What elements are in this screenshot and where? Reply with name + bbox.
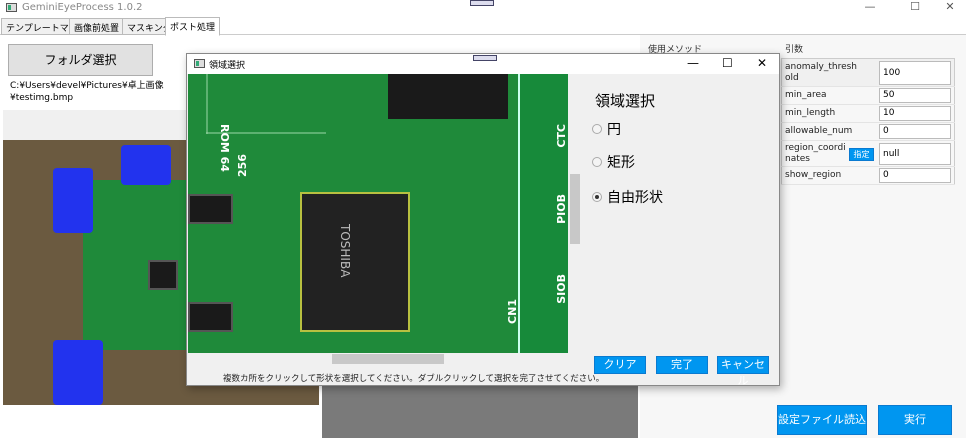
cancel-button[interactable]: キャンセル [717,356,769,387]
arg-value-input[interactable]: 0 [879,168,951,183]
dialog-minimize-button[interactable]: — [687,56,699,70]
drag-handle[interactable] [473,55,497,61]
tab-preprocess[interactable]: 画像前処置 [69,18,125,35]
board-label: PIOB [555,194,568,224]
radio-label-rectangle[interactable]: 矩形 [607,152,635,172]
radio-label-circle[interactable]: 円 [607,119,621,139]
vertical-scrollbar[interactable] [569,74,581,353]
board-label: TOSHIBA [338,224,352,278]
arg-value-input[interactable]: 10 [879,106,951,121]
board-image-canvas[interactable]: ROM 64 256 TOSHIBA CTC PIOB SIOB CN1 [188,74,568,353]
table-row: allowable_num 0 [781,122,955,141]
radio-label-freeform[interactable]: 自由形状 [607,187,663,207]
run-button[interactable]: 実行 [878,405,952,435]
arg-value-input[interactable]: 0 [879,124,951,139]
drag-handle[interactable] [470,0,494,6]
board-label: CTC [555,124,568,148]
load-settings-button[interactable]: 設定ファイル読込 [777,405,867,435]
done-button[interactable]: 完了 [656,356,708,374]
scrollbar-thumb[interactable] [332,354,444,364]
path-line: ¥testimg.bmp [10,93,74,103]
table-row: anomaly_threshold 100 [781,58,955,87]
dialog-title: 領域選択 [209,61,246,71]
arg-name: region_coordinates [785,142,846,164]
instruction-text: 複数カ所をクリックして形状を選択してください。ダブルクリックして選択を完了させて… [223,374,605,384]
table-row: min_length 10 [781,104,955,123]
folder-select-button[interactable]: フォルダ選択 [8,44,153,76]
arg-value-input[interactable]: 50 [879,88,951,103]
dialog-icon [194,59,205,68]
dialog-title-bar: 領域選択 — ☐ ✕ [187,54,779,74]
window-title: GeminiEyeProcess 1.0.2 [22,2,143,13]
board-label: SIOB [555,274,568,304]
arg-name: min_area [781,86,876,105]
file-path: C:¥Users¥devel¥Pictures¥卓上画像 ¥testimg.bmp [10,80,164,104]
scrollbar-thumb[interactable] [570,174,580,244]
region-select-dialog: 領域選択 — ☐ ✕ ROM 64 256 TOSHIBA CTC PIOB S… [186,53,780,387]
maximize-button[interactable]: ☐ [900,0,930,16]
radio-circle[interactable] [592,124,602,134]
arg-value-input[interactable]: 100 [879,60,951,85]
close-button[interactable]: ✕ [935,0,965,16]
args-table: anomaly_threshold 100 min_area 50 min_leng… [781,58,955,185]
args-header: 引数 [785,45,804,55]
arg-name: allowable_num [781,122,876,141]
result-image [322,385,638,438]
app-icon [6,3,17,12]
specify-region-button[interactable]: 指定 [849,148,874,161]
radio-rectangle[interactable] [592,157,602,167]
arg-name: show_region [781,166,876,185]
table-row: region_coordinates 指定 null [781,140,955,167]
arg-value-input[interactable]: null [879,142,951,165]
horizontal-scrollbar[interactable] [188,353,568,365]
dialog-heading: 領域選択 [595,92,656,110]
board-label: CN1 [506,299,519,324]
dialog-maximize-button[interactable]: ☐ [722,56,733,70]
minimize-button[interactable]: — [855,0,885,16]
radio-freeform[interactable] [592,192,602,202]
path-line: C:¥Users¥devel¥Pictures¥卓上画像 [10,81,164,91]
arg-name: anomaly_threshold [785,61,857,83]
table-row: min_area 50 [781,86,955,105]
dialog-close-button[interactable]: ✕ [757,56,767,70]
tab-post-process[interactable]: ポスト処理 [165,17,221,36]
board-label: ROM 64 [218,124,231,172]
board-label: 256 [236,154,249,177]
table-row: show_region 0 [781,166,955,185]
arg-name: min_length [781,104,876,123]
